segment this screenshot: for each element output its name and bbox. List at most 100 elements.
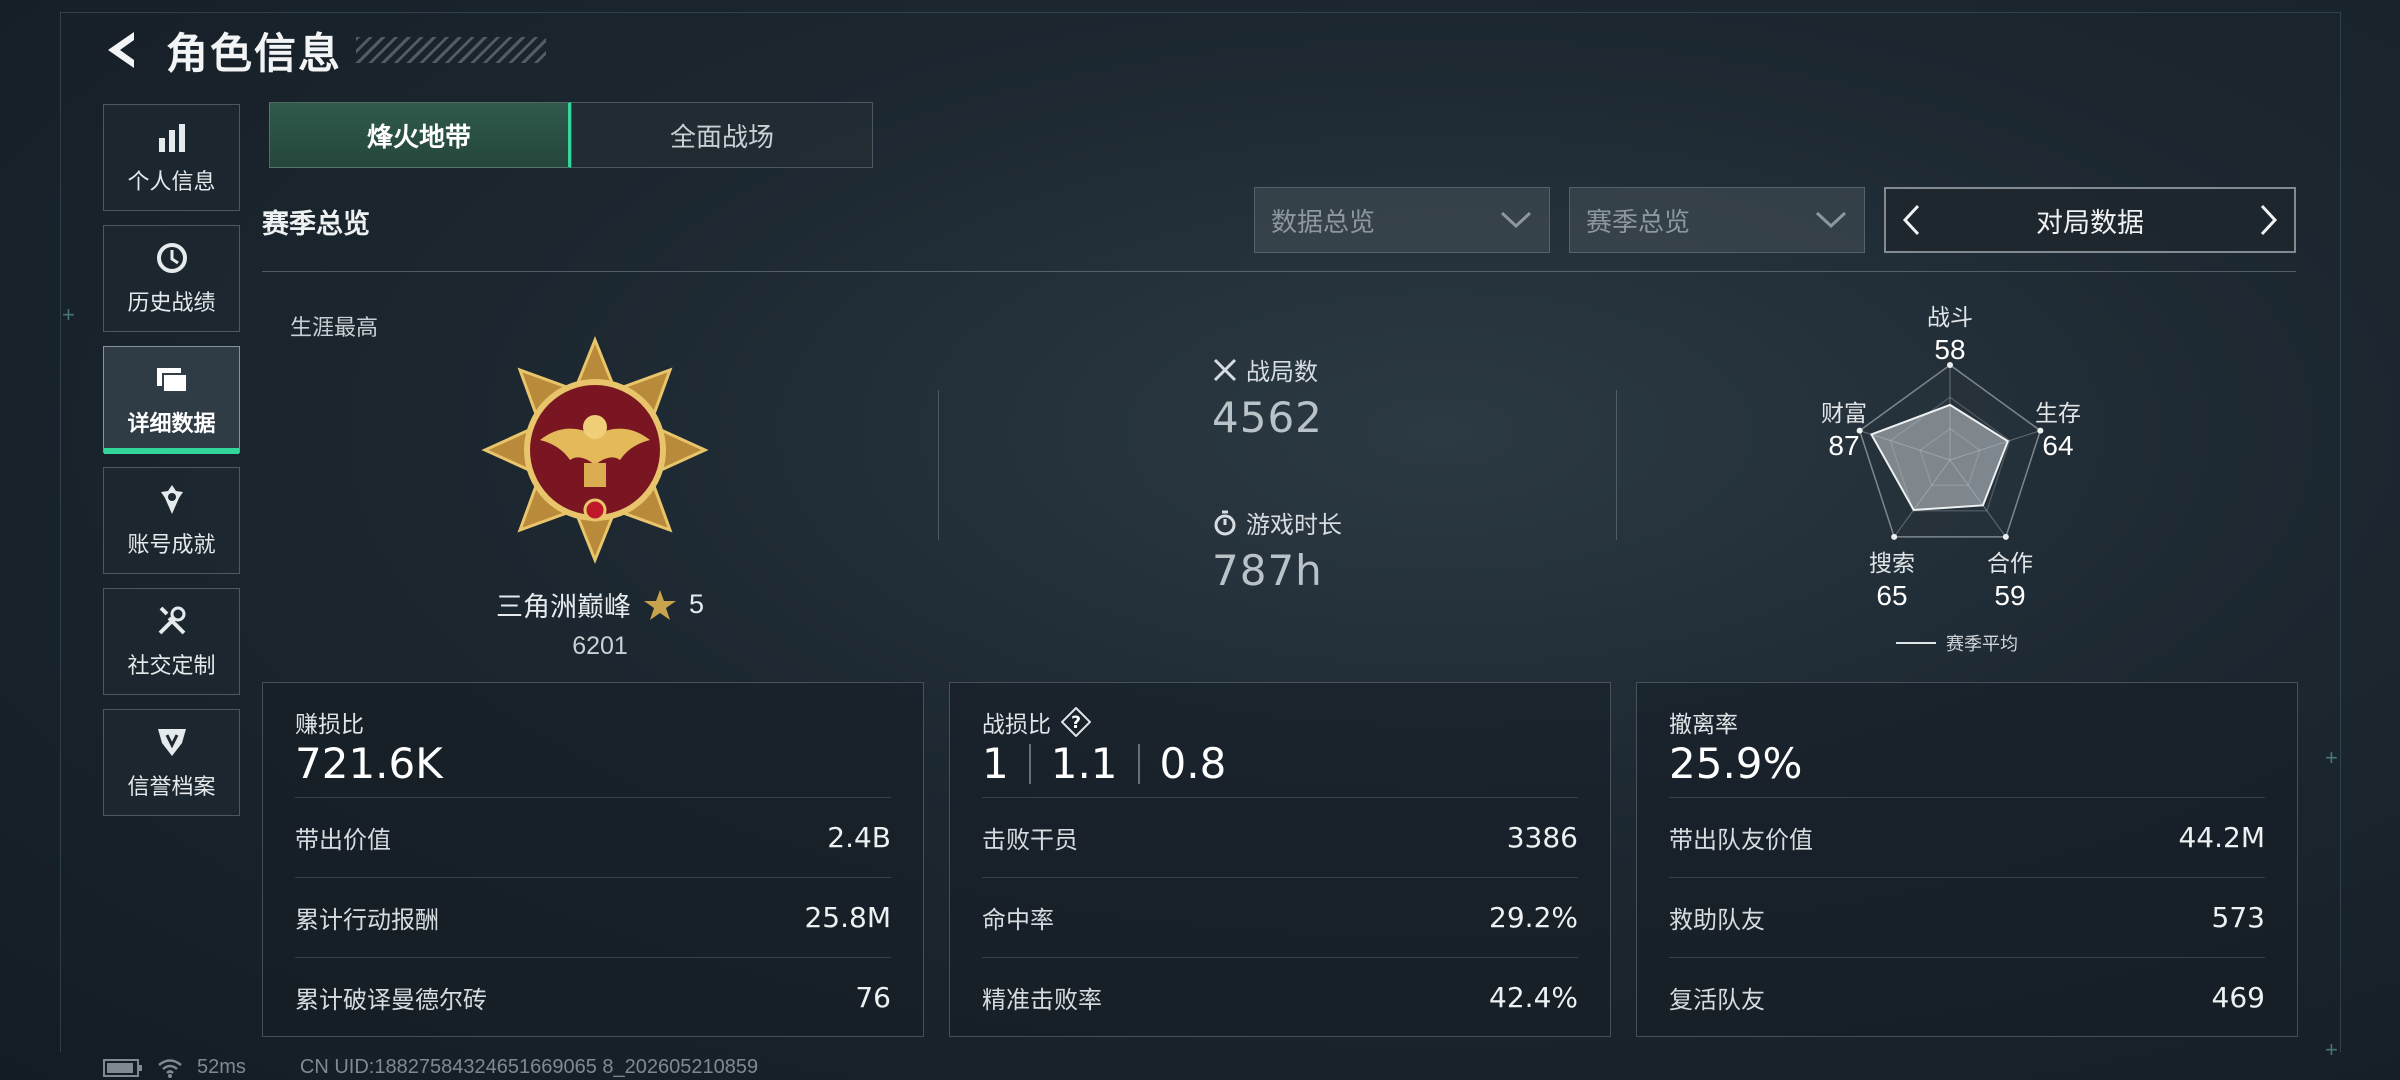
section-divider: [262, 271, 2296, 272]
matches-label: 战局数: [1246, 359, 1318, 386]
card-row: 救助队友 573: [1669, 877, 2265, 957]
match-data-pager: 对局数据: [1884, 187, 2296, 253]
row-value: 25.8M: [804, 901, 891, 934]
sidebar-item-personal-info[interactable]: 个人信息: [103, 104, 240, 211]
radar-label-wealth: 财富 87: [1821, 400, 1867, 461]
row-label: 累计行动报酬: [295, 907, 439, 934]
crosshair-decoration: +: [2325, 1037, 2338, 1062]
radar-legend: 赛季平均: [1896, 630, 2018, 656]
chevron-left-icon[interactable]: [1900, 203, 1922, 237]
playtime-label: 游戏时长: [1246, 512, 1342, 539]
matches-header: 战局数: [1212, 352, 1323, 387]
kd-card: 战损比 ? 1 1.1 0.8 击败干员 3386 命中率 29.2% 精准击败率 4…: [949, 682, 1611, 1037]
achievement-icon: [160, 484, 183, 514]
value-separator: [1137, 743, 1140, 784]
card-main-value: 721.6K: [295, 739, 443, 788]
rank-stars: 5: [688, 589, 705, 619]
row-value: 44.2M: [2178, 821, 2265, 854]
row-label: 救助队友: [1669, 907, 1765, 934]
row-value: 469: [2211, 981, 2265, 1014]
sidebar-item-credit[interactable]: 信誉档案: [103, 709, 240, 816]
row-value: 29.2%: [1489, 901, 1578, 934]
card-row: 带出队友价值 44.2M: [1669, 797, 2265, 877]
data-overview-dropdown[interactable]: 数据总览: [1254, 187, 1550, 253]
sidebar-item-label: 详细数据: [127, 410, 216, 436]
crossed-swords-icon: [1213, 358, 1237, 381]
credit-icon: [157, 728, 186, 756]
crosshair-decoration: +: [2325, 745, 2338, 770]
detail-data-icon: [156, 367, 188, 393]
playtime-stat: 游戏时长 787h: [1212, 505, 1342, 595]
card-main-value: 1 1.1 0.8: [982, 739, 1226, 788]
card-row: 累计行动报酬 25.8M: [295, 877, 891, 957]
star-icon: [643, 589, 676, 620]
extraction-card: 撤离率 25.9% 带出队友价值 44.2M 救助队友 573 复活队友 469: [1636, 682, 2298, 1037]
mode-tabs: 烽火地带 全面战场: [269, 102, 873, 168]
svg-text:?: ?: [1071, 713, 1081, 733]
radar-label-combat: 战斗 58: [1927, 304, 1973, 365]
playtime-header: 游戏时长: [1212, 505, 1342, 540]
tab-full-battlefield[interactable]: 全面战场: [571, 102, 873, 168]
bar-chart-icon: [158, 123, 185, 152]
rank-row: 三角洲巅峰 5: [430, 585, 770, 624]
matches-value: 4562: [1212, 393, 1323, 442]
row-value: 2.4B: [827, 821, 891, 854]
page-header: 角色信息: [100, 20, 547, 80]
sidebar-item-label: 个人信息: [127, 168, 216, 194]
season-dropdown[interactable]: 赛季总览: [1569, 187, 1865, 253]
frame-line-top: [60, 12, 2340, 13]
row-label: 带出队友价值: [1669, 827, 1813, 854]
sidebar-item-social[interactable]: 社交定制: [103, 588, 240, 695]
sidebar-item-detail-data[interactable]: 详细数据: [103, 346, 240, 454]
rank-medal-icon: [481, 335, 709, 565]
sidebar-item-history[interactable]: 历史战绩: [103, 225, 240, 332]
row-label: 精准击败率: [982, 987, 1102, 1014]
rank-name: 三角洲巅峰: [495, 592, 631, 622]
card-row: 累计破译曼德尔砖 76: [295, 957, 891, 1037]
radar-label-survival: 生存 64: [2035, 400, 2081, 461]
radar-label-teamwork: 合作 59: [1987, 550, 2033, 611]
career-best-label: 生涯最高: [290, 315, 379, 340]
radar-label-search: 搜索 65: [1869, 550, 1915, 611]
frame-line-left: [60, 12, 61, 1052]
rank-score: 6201: [572, 632, 628, 660]
card-row: 击败干员 3386: [982, 797, 1578, 877]
sidebar-item-label: 社交定制: [127, 652, 216, 678]
sidebar-item-label: 历史战绩: [127, 289, 216, 315]
row-value: 3386: [1506, 821, 1578, 854]
wifi-icon: [158, 1058, 182, 1078]
card-title: 战损比 ?: [982, 705, 1091, 739]
radar-axis-dot: [2002, 533, 2009, 540]
stopwatch-icon: [1214, 510, 1236, 535]
crosshair-decoration: +: [62, 302, 75, 327]
dropdown-value: 数据总览: [1271, 206, 1376, 237]
tab-hazard-zone[interactable]: 烽火地带: [269, 102, 571, 168]
kd-value-1: 1: [982, 739, 1009, 788]
card-main-value: 25.9%: [1669, 739, 1803, 788]
back-arrow-icon[interactable]: [100, 28, 144, 72]
row-label: 累计破译曼德尔砖: [295, 987, 487, 1014]
vertical-divider: [1616, 390, 1617, 540]
status-footer: 52ms CN UID:18827584324651669065 8_20260…: [103, 1056, 758, 1079]
sidebar-item-achievement[interactable]: 账号成就: [103, 467, 240, 574]
header-hatch-decoration: [356, 37, 547, 63]
frame-line-right: [2340, 12, 2341, 1052]
matches-stat: 战局数 4562: [1212, 352, 1323, 442]
pager-label: 对局数据: [2036, 207, 2144, 238]
chevron-right-icon[interactable]: [2258, 203, 2280, 237]
vertical-divider: [938, 390, 939, 540]
help-icon[interactable]: ?: [1061, 707, 1091, 737]
radar-axis-dot: [1891, 533, 1898, 540]
kd-value-2: 1.1: [1050, 739, 1118, 788]
tools-icon: [158, 606, 185, 634]
uid-text: CN UID:18827584324651669065 8_2026052108…: [299, 1056, 759, 1078]
sidebar-item-label: 账号成就: [127, 531, 216, 557]
kd-value-3: 0.8: [1159, 739, 1227, 788]
row-label: 命中率: [982, 907, 1054, 934]
profit-card: 赚损比 721.6K 带出价值 2.4B 累计行动报酬 25.8M 累计破译曼德尔砖…: [262, 682, 924, 1037]
card-title: 撤离率: [1669, 711, 1738, 737]
sidebar-item-label: 信誉档案: [127, 773, 216, 799]
row-value: 573: [2211, 901, 2265, 934]
history-icon: [156, 242, 187, 273]
battery-icon: [103, 1058, 142, 1077]
